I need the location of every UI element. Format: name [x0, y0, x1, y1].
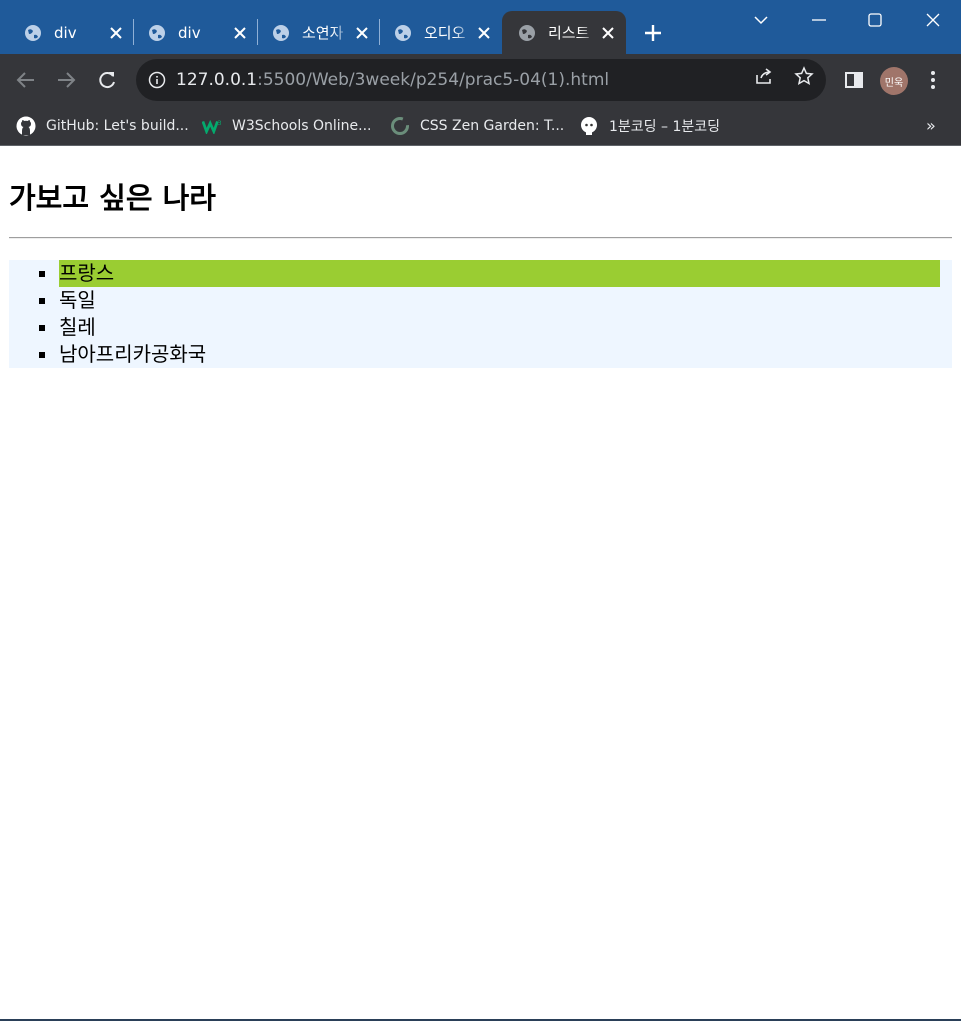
menu-button[interactable]: [922, 69, 944, 91]
maximize-button[interactable]: [862, 8, 888, 32]
bookmark-1bun-coding[interactable]: 1분코딩 – 1분코딩: [579, 114, 720, 138]
page-heading: 가보고 싶은 나라: [9, 181, 216, 215]
browser-tab-active[interactable]: 리스트: [502, 11, 626, 54]
tab-title: div: [178, 23, 201, 42]
bookmark-label: W3Schools Online...: [232, 118, 372, 134]
square-bullet: [39, 271, 45, 277]
list-item: 프랑스: [9, 260, 952, 287]
list-item: 남아프리카공화국: [9, 341, 952, 368]
share-icon[interactable]: [754, 66, 774, 86]
info-icon[interactable]: [148, 71, 166, 89]
plus-icon: [645, 25, 661, 41]
browser-tab[interactable]: 소연자: [258, 11, 380, 54]
browser-tab[interactable]: div: [0, 11, 134, 54]
1bun-coding-icon: [579, 116, 599, 136]
globe-icon: [519, 24, 535, 41]
side-panel-icon: [845, 72, 863, 88]
close-tab-icon[interactable]: [352, 23, 372, 43]
square-bullet: [39, 352, 45, 358]
list-item-text: 남아프리카공화국: [59, 342, 207, 366]
arrow-right-icon: [58, 72, 76, 88]
minimize-icon: [812, 19, 826, 21]
browser-tab[interactable]: div: [134, 11, 258, 54]
arrow-left-icon: [16, 72, 34, 88]
reload-button[interactable]: [93, 66, 121, 94]
close-window-button[interactable]: [920, 8, 946, 32]
country-list: 프랑스 독일 칠레 남아프리카공화국: [9, 260, 952, 368]
minimize-button[interactable]: [806, 8, 832, 32]
github-icon: [16, 116, 36, 136]
bookmark-label: 1분코딩 – 1분코딩: [609, 119, 720, 135]
list-item-text: 독일: [59, 288, 96, 312]
url-text[interactable]: 127.0.0.1:5500/Web/3week/p254/prac5-04(1…: [176, 70, 609, 90]
forward-button[interactable]: [52, 66, 80, 94]
bookmark-label: GitHub: Let's build...: [46, 118, 189, 134]
bookmark-label: CSS Zen Garden: T...: [420, 118, 565, 134]
globe-icon: [395, 24, 411, 41]
bookmark-github[interactable]: GitHub: Let's build...: [16, 114, 189, 138]
new-tab-button[interactable]: [640, 20, 666, 46]
close-tab-icon[interactable]: [230, 23, 250, 43]
tab-title: 오디오: [424, 24, 466, 42]
close-tab-icon[interactable]: [598, 23, 618, 43]
globe-icon: [25, 24, 41, 41]
bookmark-w3schools[interactable]: 3 W3Schools Online...: [202, 114, 371, 138]
back-button[interactable]: [12, 66, 40, 94]
tab-search-button[interactable]: [748, 8, 774, 32]
svg-text:3: 3: [217, 120, 221, 127]
reload-icon: [99, 72, 115, 89]
bookmarks-overflow-button[interactable]: »: [926, 116, 936, 135]
close-icon: [926, 13, 940, 27]
globe-icon: [149, 24, 165, 41]
bookmarks-bar: GitHub: Let's build... 3 W3Schools Onlin…: [0, 106, 961, 146]
profile-avatar[interactable]: 민욱: [880, 67, 908, 95]
page-viewport: 가보고 싶은 나라 프랑스 독일 칠레 남아프리카공화국: [0, 147, 961, 1019]
star-icon[interactable]: [794, 66, 814, 86]
list-item-text: 프랑스: [59, 260, 940, 287]
bookmark-css-zen-garden[interactable]: CSS Zen Garden: T...: [390, 114, 564, 138]
list-item-text: 칠레: [59, 315, 96, 339]
url-path: :5500/Web/3week/p254/prac5-04(1).html: [257, 70, 610, 90]
more-vert-icon: [931, 71, 935, 89]
chevron-down-icon: [754, 16, 768, 25]
tab-title: 소연자: [302, 24, 344, 42]
close-tab-icon[interactable]: [106, 23, 126, 43]
close-tab-icon[interactable]: [474, 23, 494, 43]
side-panel-button[interactable]: [843, 69, 865, 91]
globe-icon: [273, 24, 289, 41]
w3schools-icon: 3: [202, 116, 222, 136]
browser-tab[interactable]: 오디오: [380, 11, 502, 54]
url-host: 127.0.0.1: [176, 70, 258, 90]
address-bar[interactable]: 127.0.0.1:5500/Web/3week/p254/prac5-04(1…: [136, 59, 826, 101]
list-item: 독일: [9, 287, 952, 314]
browser-tabstrip: div div 소연자 오디오 리스트: [0, 0, 961, 54]
zen-garden-icon: [390, 116, 410, 136]
maximize-icon: [868, 13, 882, 27]
square-bullet: [39, 298, 45, 304]
tab-title: 리스트: [548, 24, 590, 42]
browser-toolbar: 127.0.0.1:5500/Web/3week/p254/prac5-04(1…: [0, 54, 961, 106]
square-bullet: [39, 325, 45, 331]
horizontal-rule: [9, 237, 952, 239]
tab-title: div: [54, 23, 77, 42]
list-item: 칠레: [9, 314, 952, 341]
